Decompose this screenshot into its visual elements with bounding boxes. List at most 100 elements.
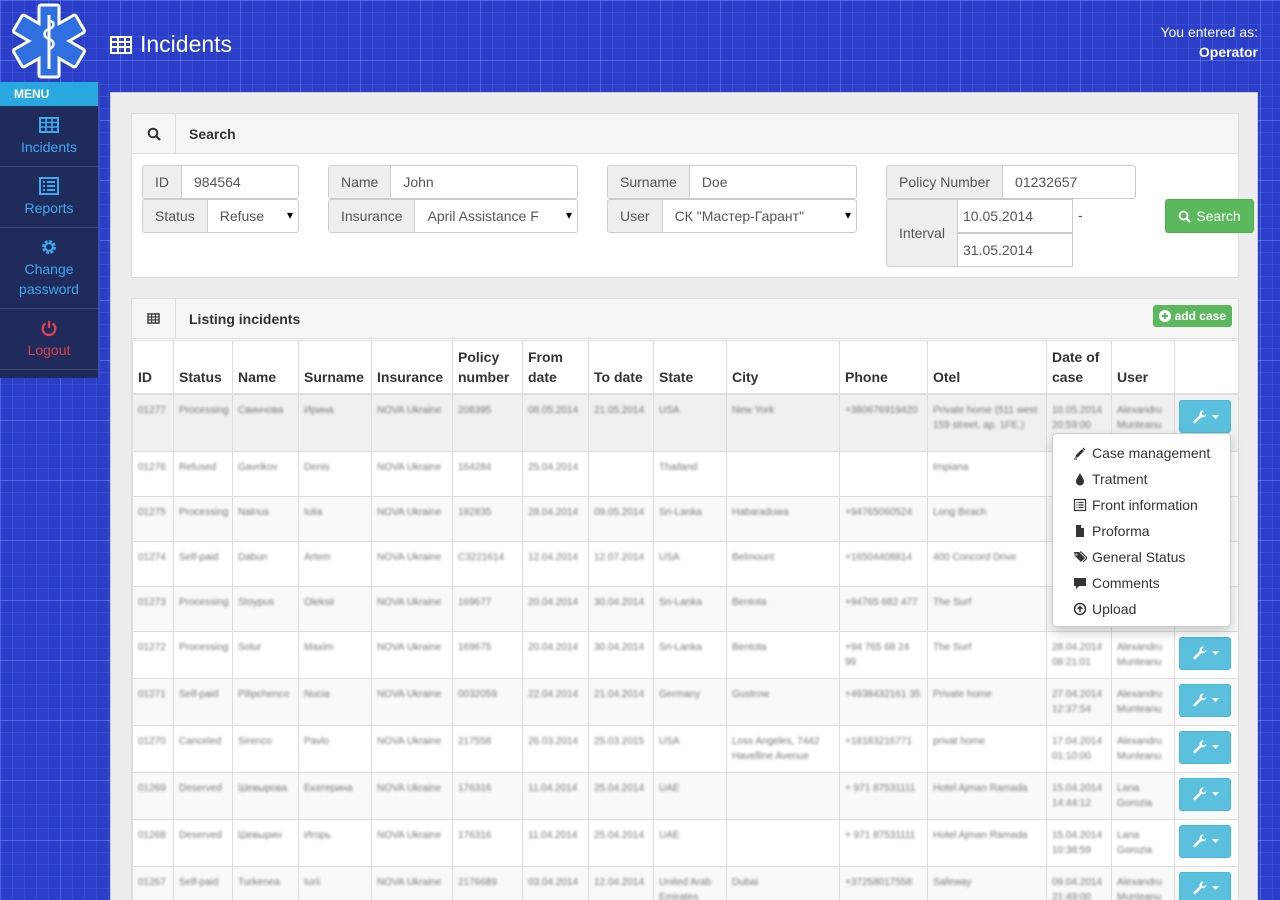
status-select[interactable]: Refuse	[208, 200, 298, 232]
actions-button[interactable]	[1179, 871, 1231, 900]
table-row[interactable]: 01267 Self-paid Turkenea Iurii NOVA Ukraine 2…	[132, 865, 1239, 900]
menu-item-proforma[interactable]: Proforma	[1053, 518, 1230, 544]
cell-text: Свинчова	[238, 405, 284, 416]
actions-button[interactable]	[1179, 400, 1231, 433]
table-cell	[588, 450, 654, 497]
cell-text: Artem	[304, 551, 331, 563]
table-cell: 20.04.2014	[522, 630, 589, 679]
menu-item-upload[interactable]: Upload	[1053, 596, 1230, 622]
cell-text: Long Beach	[933, 506, 987, 518]
table-cell: 01270	[132, 724, 174, 773]
table-cell: NOVA Ukraine	[371, 771, 453, 820]
plus-circle-icon	[1158, 310, 1171, 322]
table-row[interactable]: 01268 Deserved Шевырин Игорь NOVA Ukraine 176…	[132, 818, 1239, 867]
cell-text: Екатерина	[304, 782, 353, 794]
table-cell: 21.04.2014	[588, 677, 654, 726]
table-cell: 01276	[132, 450, 174, 497]
wrench-icon	[1192, 787, 1206, 801]
cell-text: 11.04.2014	[528, 782, 578, 794]
power-icon	[41, 320, 57, 336]
cell-text: 21.05.2014	[594, 405, 645, 416]
sidebar-item-incidents[interactable]: Incidents	[0, 106, 98, 167]
sidebar-item-change-password[interactable]: Change password	[0, 228, 98, 309]
table-cell: Processing	[173, 585, 233, 632]
menu-item-case-management[interactable]: Case management	[1053, 440, 1230, 466]
cell-text: NOVA Ukraine	[377, 551, 442, 563]
cell-text: NOVA Ukraine	[377, 876, 442, 888]
table-cell: 12.04.2014	[588, 865, 654, 900]
id-input[interactable]: 984564	[182, 166, 298, 198]
surname-input[interactable]: Doe	[690, 166, 856, 198]
insurance-select[interactable]: April Assistance F	[415, 200, 577, 232]
cell-text: 27.04.2014 12:37:54	[1052, 688, 1103, 715]
table-row[interactable]: 01271 Self-paid Pilipchenco Nucia NOVA Ukrai…	[132, 677, 1239, 726]
menu-item-tratment[interactable]: Tratment	[1053, 466, 1230, 492]
menu-item-general-status[interactable]: General Status	[1053, 544, 1230, 570]
cell-text: NOVA Ukraine	[377, 641, 442, 653]
actions-button[interactable]	[1179, 683, 1231, 717]
cell-text: +37258017558	[845, 876, 913, 888]
id-field[interactable]: ID 984564	[142, 165, 299, 199]
table-cell: +94765 682 477	[839, 585, 928, 632]
cell-text: 26.03.2014	[528, 735, 579, 747]
cell-text: Alexandru Munteanu	[1117, 688, 1163, 715]
name-field[interactable]: Name John	[328, 165, 578, 199]
actions-button[interactable]	[1179, 824, 1231, 858]
name-input[interactable]: John	[391, 166, 577, 198]
sidebar-item-reports[interactable]: Reports	[0, 167, 98, 228]
actions-button[interactable]	[1179, 777, 1231, 811]
table-cell: Nucia	[298, 677, 372, 726]
actions-cell	[1174, 630, 1239, 679]
cell-text: NOVA Ukraine	[377, 735, 442, 747]
cell-text: + 971 87531111	[845, 782, 916, 794]
cell-text: Processing	[179, 405, 229, 416]
search-button[interactable]: Search	[1165, 199, 1254, 233]
cell-text: Gustrow	[732, 688, 770, 700]
actions-button[interactable]	[1179, 730, 1231, 764]
policy-input[interactable]: 01232657	[1003, 166, 1135, 198]
column-header: Insurance	[371, 340, 453, 395]
cell-text: Шевырова	[238, 782, 288, 794]
actions-cell	[1174, 724, 1239, 773]
column-header: Date of case	[1046, 340, 1112, 395]
table-cell: Processing	[173, 393, 233, 452]
sidebar-item-logout[interactable]: Logout	[0, 309, 98, 370]
date-to-input[interactable]: 31.05.2014	[957, 233, 1073, 267]
search-panel: Search ID 984564 Status Refuse Name John…	[131, 113, 1254, 278]
surname-field[interactable]: Surname Doe	[607, 165, 857, 199]
cell-text: USA	[659, 735, 680, 747]
table-cell: NOVA Ukraine	[371, 585, 453, 632]
menu-item-front-information[interactable]: Front information	[1053, 492, 1230, 518]
table-row[interactable]: 01270 Canceled Sirenco Pavlo NOVA Ukraine 217…	[132, 724, 1239, 773]
table-row[interactable]: 01272 Processing Solur Maxim NOVA Ukraine 169…	[132, 630, 1239, 679]
insurance-field[interactable]: Insurance April Assistance F	[328, 199, 578, 233]
sidebar-item-label: Incidents	[20, 138, 78, 155]
user-field[interactable]: User СК "Мастер-Гарант"	[607, 199, 857, 233]
table-cell: UAE	[653, 771, 727, 820]
status-field[interactable]: Status Refuse	[142, 199, 299, 233]
date-from-input[interactable]: 10.05.2014	[957, 199, 1073, 233]
policy-field[interactable]: Policy Number 01232657	[886, 165, 1136, 199]
table-cell: Игорь	[298, 818, 372, 867]
cell-text: 0032059	[458, 688, 497, 700]
user-select[interactable]: СК "Мастер-Гарант"	[663, 200, 856, 232]
menu-item-label: Case management	[1092, 445, 1211, 461]
cell-text: 11.04.2014	[528, 829, 578, 841]
wrench-icon	[1192, 881, 1206, 895]
table-icon	[147, 313, 160, 324]
cell-text: Alexandru Munteanu	[1117, 876, 1163, 900]
add-case-button[interactable]: add case	[1152, 305, 1232, 327]
cell-text: 08.05.2014	[528, 405, 579, 416]
table-cell: 164284	[452, 450, 523, 497]
cell-text: Thailand	[659, 461, 698, 473]
actions-button[interactable]	[1179, 636, 1231, 670]
cell-text: Canceled	[179, 735, 222, 747]
cell-text: Processing	[179, 596, 229, 608]
cell-text: NOVA Ukraine	[377, 596, 442, 608]
cell-text: +94 765 68 24 99	[845, 641, 910, 668]
cell-text: Self-paid	[179, 876, 219, 888]
cell-text: Alexandru Munteanu	[1117, 735, 1163, 762]
table-row[interactable]: 01269 Deserved Шевырова Екатерина NOVA Ukrai…	[132, 771, 1239, 820]
table-cell: 11.04.2014	[522, 771, 589, 820]
menu-item-comments[interactable]: Comments	[1053, 570, 1230, 596]
